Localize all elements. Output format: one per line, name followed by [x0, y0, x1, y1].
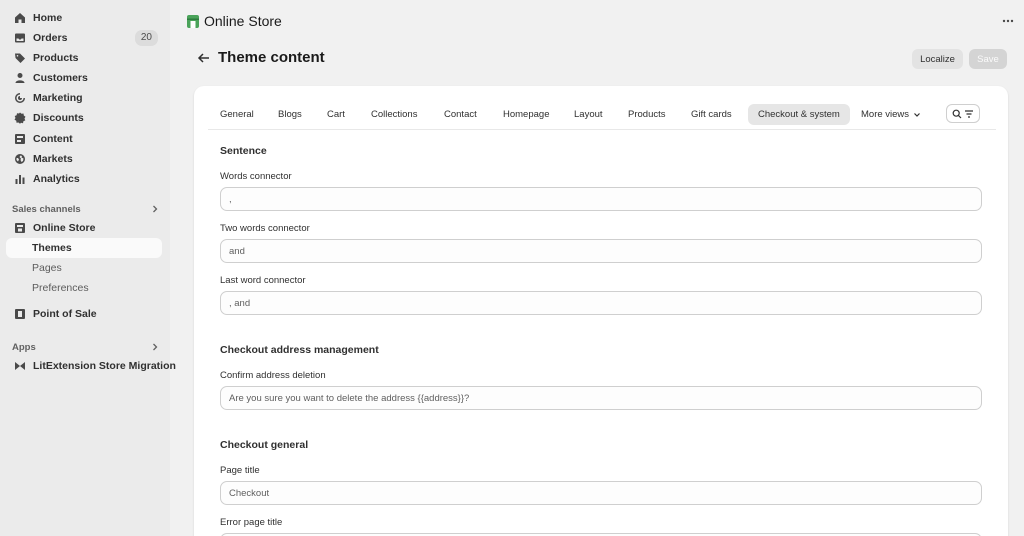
field-label-page-title: Page title	[220, 465, 260, 476]
section-title-checkout-address-management: Checkout address management	[220, 344, 379, 356]
sidebar-item-pages[interactable]: Pages	[6, 258, 162, 278]
tab-more-views[interactable]: More views	[851, 104, 931, 125]
home-icon	[14, 12, 26, 24]
sidebar-item-home[interactable]: Home	[6, 8, 162, 28]
sidebar-item-label: Analytics	[33, 173, 80, 185]
tab-products[interactable]: Products	[618, 104, 676, 125]
field-label-error-page-title: Error page title	[220, 517, 283, 528]
sidebar-item-label: Content	[33, 133, 73, 145]
sidebar-item-label: Marketing	[33, 92, 83, 104]
sidebar: Home Orders 20 Products Customers Market…	[0, 0, 176, 536]
pos-icon	[14, 308, 26, 320]
sidebar-item-label: Customers	[33, 72, 88, 84]
sidebar-item-label: Products	[33, 52, 79, 64]
tab-general[interactable]: General	[210, 104, 264, 125]
more-actions-button[interactable]	[1000, 13, 1016, 29]
sidebar-item-point-of-sale[interactable]: Point of Sale	[6, 304, 162, 324]
tab-bar: General Blogs Cart Collections Contact H…	[208, 104, 996, 130]
sidebar-item-litextension[interactable]: LitExtension Store Migration	[6, 356, 176, 376]
page-title-field[interactable]	[220, 481, 982, 505]
localize-button[interactable]: Localize	[912, 49, 963, 69]
sidebar-item-products[interactable]: Products	[6, 48, 162, 68]
sales-channels-heading[interactable]: Sales channels	[12, 202, 160, 216]
person-icon	[14, 72, 26, 84]
chevron-right-icon	[153, 205, 158, 213]
chevron-right-icon	[153, 343, 158, 351]
sidebar-item-online-store[interactable]: Online Store	[6, 218, 162, 238]
sidebar-item-label: Pages	[32, 262, 62, 274]
orders-icon	[14, 32, 26, 44]
save-button[interactable]: Save	[969, 49, 1007, 69]
store-icon	[14, 222, 26, 234]
sidebar-item-label: Themes	[32, 242, 72, 254]
orders-count-badge: 20	[134, 30, 158, 46]
globe-icon	[14, 153, 26, 165]
sidebar-item-marketing[interactable]: Marketing	[6, 88, 162, 108]
tab-homepage[interactable]: Homepage	[493, 104, 559, 125]
online-store-app-icon	[187, 14, 199, 28]
field-label-two-words-connector: Two words connector	[220, 223, 310, 234]
tab-cart[interactable]: Cart	[317, 104, 355, 125]
tab-collections[interactable]: Collections	[361, 104, 427, 125]
last-word-connector-field[interactable]	[220, 291, 982, 315]
apps-heading[interactable]: Apps	[12, 340, 160, 354]
target-icon	[14, 92, 26, 104]
sidebar-item-label: Point of Sale	[33, 308, 97, 320]
sidebar-item-customers[interactable]: Customers	[6, 68, 162, 88]
sidebar-item-content[interactable]: Content	[6, 129, 162, 149]
app-title: Online Store	[204, 13, 282, 29]
two-words-connector-field[interactable]	[220, 239, 982, 263]
tab-more-views-label: More views	[861, 109, 910, 120]
section-title-sentence: Sentence	[220, 145, 267, 157]
tab-checkout-system[interactable]: Checkout & system	[748, 104, 850, 125]
sidebar-item-label: Home	[33, 12, 63, 24]
ellipsis-icon	[1002, 19, 1014, 23]
words-connector-field[interactable]	[220, 187, 982, 211]
sidebar-item-markets[interactable]: Markets	[6, 149, 162, 169]
filter-icon	[965, 109, 973, 118]
sidebar-item-label: Preferences	[32, 282, 89, 294]
page-title: Theme content	[218, 49, 325, 66]
back-arrow-icon[interactable]	[197, 51, 211, 65]
confirm-address-deletion-field[interactable]	[220, 386, 982, 410]
sidebar-item-discounts[interactable]: Discounts	[6, 108, 162, 128]
sidebar-item-orders[interactable]: Orders 20	[6, 28, 162, 48]
section-title-checkout-general: Checkout general	[220, 439, 309, 451]
sidebar-item-label: Orders	[33, 32, 68, 44]
theme-content-card: General Blogs Cart Collections Contact H…	[194, 86, 1008, 536]
tab-blogs[interactable]: Blogs	[268, 104, 312, 125]
sidebar-item-label: LitExtension Store Migration	[33, 360, 176, 372]
app-bowtie-icon	[14, 360, 26, 372]
tab-contact[interactable]: Contact	[434, 104, 487, 125]
field-label-confirm-address-deletion: Confirm address deletion	[220, 370, 326, 381]
content-icon	[14, 133, 26, 145]
sidebar-item-themes[interactable]: Themes	[6, 238, 162, 258]
discount-icon	[14, 112, 26, 124]
field-label-last-word-connector: Last word connector	[220, 275, 306, 286]
bar-chart-icon	[14, 173, 26, 185]
tab-gift-cards[interactable]: Gift cards	[681, 104, 742, 125]
sidebar-item-label: Markets	[33, 153, 73, 165]
field-label-words-connector: Words connector	[220, 171, 292, 182]
sidebar-item-analytics[interactable]: Analytics	[6, 169, 162, 189]
sidebar-item-label: Online Store	[33, 222, 96, 234]
chevron-down-icon	[914, 112, 920, 117]
topbar: Online Store	[186, 13, 282, 29]
sidebar-item-label: Discounts	[33, 112, 84, 124]
tab-layout[interactable]: Layout	[564, 104, 613, 125]
search-filter-button[interactable]	[946, 104, 980, 123]
sidebar-item-preferences[interactable]: Preferences	[6, 278, 162, 298]
tag-icon	[14, 52, 26, 64]
search-icon	[952, 109, 962, 118]
